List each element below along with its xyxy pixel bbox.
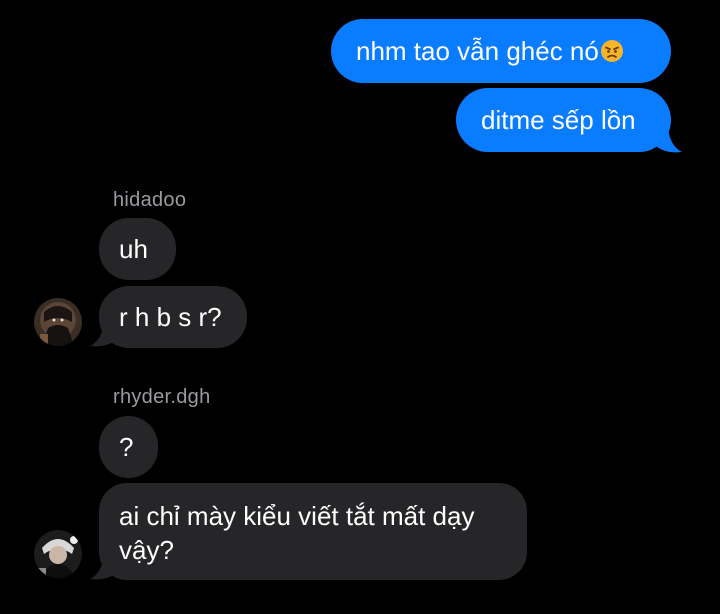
profile-photo-icon [34,298,82,346]
angry-face-icon [600,40,623,62]
message-text: ? [119,432,134,462]
message-text-line: ai chỉ mày kiểu viết tắt mất dạy [119,501,475,531]
sender-name: rhyder.dgh [113,386,211,408]
incoming-message-bubble[interactable]: ? [99,416,158,478]
profile-photo-icon [34,530,82,578]
incoming-message-bubble[interactable]: ai chỉ mày kiểu viết tắt mất dạy vậy? [99,483,527,580]
message-text: r h b s r? [119,302,222,332]
bubble-tail [90,322,118,347]
outgoing-message-bubble[interactable]: nhm tao vẫn ghéc nó [331,19,671,83]
incoming-message-bubble[interactable]: r h b s r? [99,286,247,348]
outgoing-message-bubble[interactable]: ditme sếp lồn [456,88,671,152]
avatar[interactable] [34,530,82,578]
avatar[interactable] [34,298,82,346]
bubble-tail [654,128,682,153]
message-text: nhm tao vẫn ghéc nó [356,36,599,66]
sender-name: hidadoo [113,189,187,211]
message-text: uh [119,234,148,264]
message-text: ditme sếp lồn [481,105,636,135]
message-text-line: vậy? [119,535,174,565]
bubble-tail [90,555,118,580]
incoming-message-bubble[interactable]: uh [99,218,176,280]
